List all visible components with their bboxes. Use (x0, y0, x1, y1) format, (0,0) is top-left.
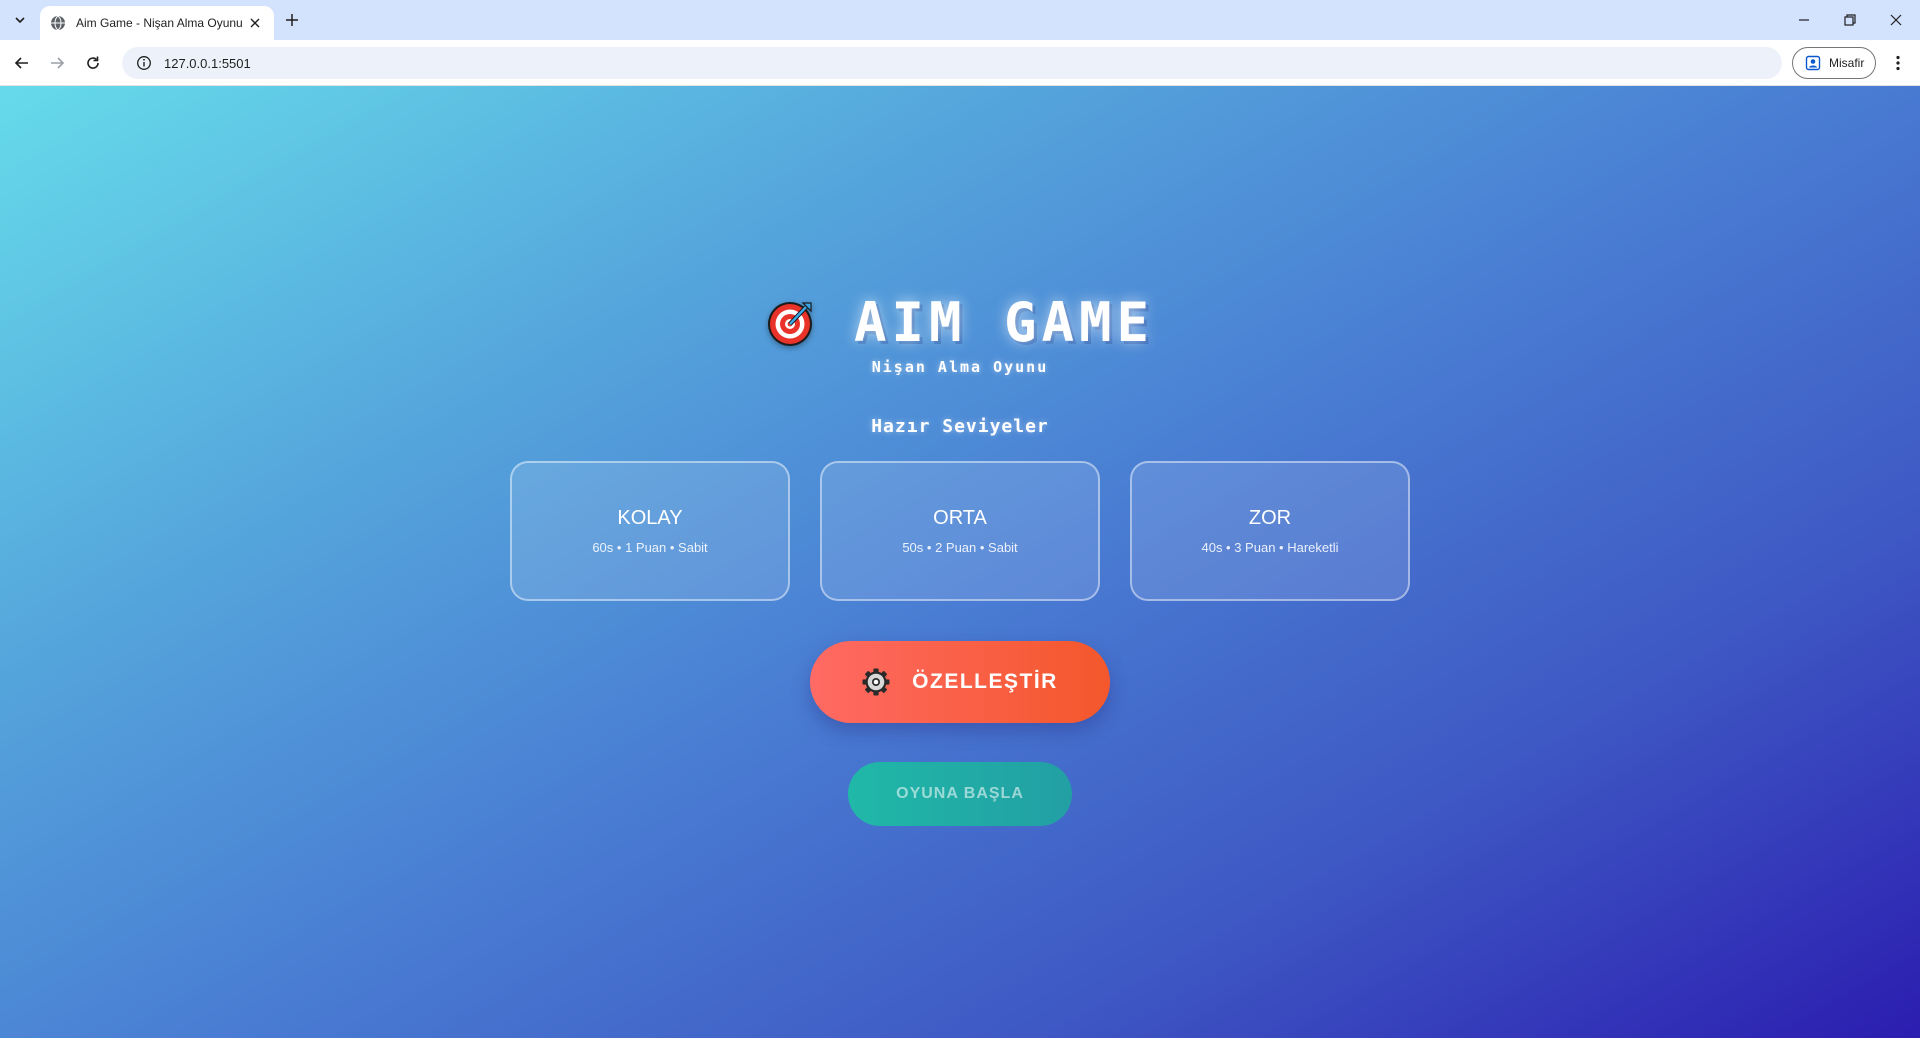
tab-title: Aim Game - Nişan Alma Oyunu (76, 16, 243, 30)
browser-tab[interactable]: Aim Game - Nişan Alma Oyunu (40, 6, 274, 40)
customize-button-label: ÖZELLEŞTİR (912, 670, 1058, 693)
profile-button[interactable]: Misafir (1792, 47, 1876, 79)
restore-icon[interactable] (1838, 8, 1862, 32)
back-arrow-icon[interactable] (10, 51, 34, 75)
level-card-orta[interactable]: ORTA 50s • 2 Puan • Sabit (820, 461, 1100, 601)
start-game-button[interactable]: OYUNA BAŞLA (848, 762, 1072, 826)
profile-label: Misafir (1829, 56, 1865, 70)
level-name: KOLAY (617, 507, 683, 529)
game-title: AIM GAME (853, 291, 1155, 354)
start-game-button-label: OYUNA BAŞLA (896, 785, 1024, 802)
level-details: 40s • 3 Puan • Hareketli (1201, 540, 1339, 555)
level-name: ORTA (933, 507, 987, 529)
game-subtitle: Nişan Alma Oyunu (871, 358, 1049, 376)
game-header: AIM GAME (0, 291, 1920, 354)
level-card-kolay[interactable]: KOLAY 60s • 1 Puan • Sabit (510, 461, 790, 601)
profile-avatar-icon (1805, 55, 1821, 71)
browser-tab-bar: Aim Game - Nişan Alma Oyunu (0, 0, 1920, 40)
level-details: 50s • 2 Puan • Sabit (902, 540, 1018, 555)
level-name: ZOR (1248, 507, 1292, 529)
url-text: 127.0.0.1:5501 (164, 55, 251, 71)
game-page: AIM GAME Nişan Alma Oyunu Hazır Seviyele… (0, 86, 1920, 1038)
gear-icon (862, 668, 890, 696)
site-info-icon[interactable] (136, 55, 152, 71)
more-menu-icon[interactable] (1888, 51, 1908, 75)
levels-heading: Hazır Seviyeler (871, 416, 1049, 437)
level-details: 60s • 1 Puan • Sabit (592, 540, 708, 555)
new-tab-plus-icon[interactable] (282, 10, 302, 30)
minimize-icon[interactable] (1792, 8, 1816, 32)
target-icon (766, 298, 816, 348)
reload-icon[interactable] (81, 51, 105, 75)
close-window-icon[interactable] (1884, 8, 1908, 32)
tab-close-icon[interactable] (246, 14, 264, 32)
level-list: KOLAY 60s • 1 Puan • Sabit ORTA 50s • 2 … (510, 461, 1410, 601)
globe-icon (50, 15, 66, 31)
browser-toolbar: 127.0.0.1:5501 Misafir (0, 40, 1920, 86)
tab-search-chevron-icon[interactable] (8, 8, 32, 32)
customize-button[interactable]: ÖZELLEŞTİR (810, 641, 1110, 723)
level-card-zor[interactable]: ZOR 40s • 3 Puan • Hareketli (1130, 461, 1410, 601)
forward-arrow-icon[interactable] (45, 51, 69, 75)
address-bar[interactable]: 127.0.0.1:5501 (122, 47, 1782, 79)
